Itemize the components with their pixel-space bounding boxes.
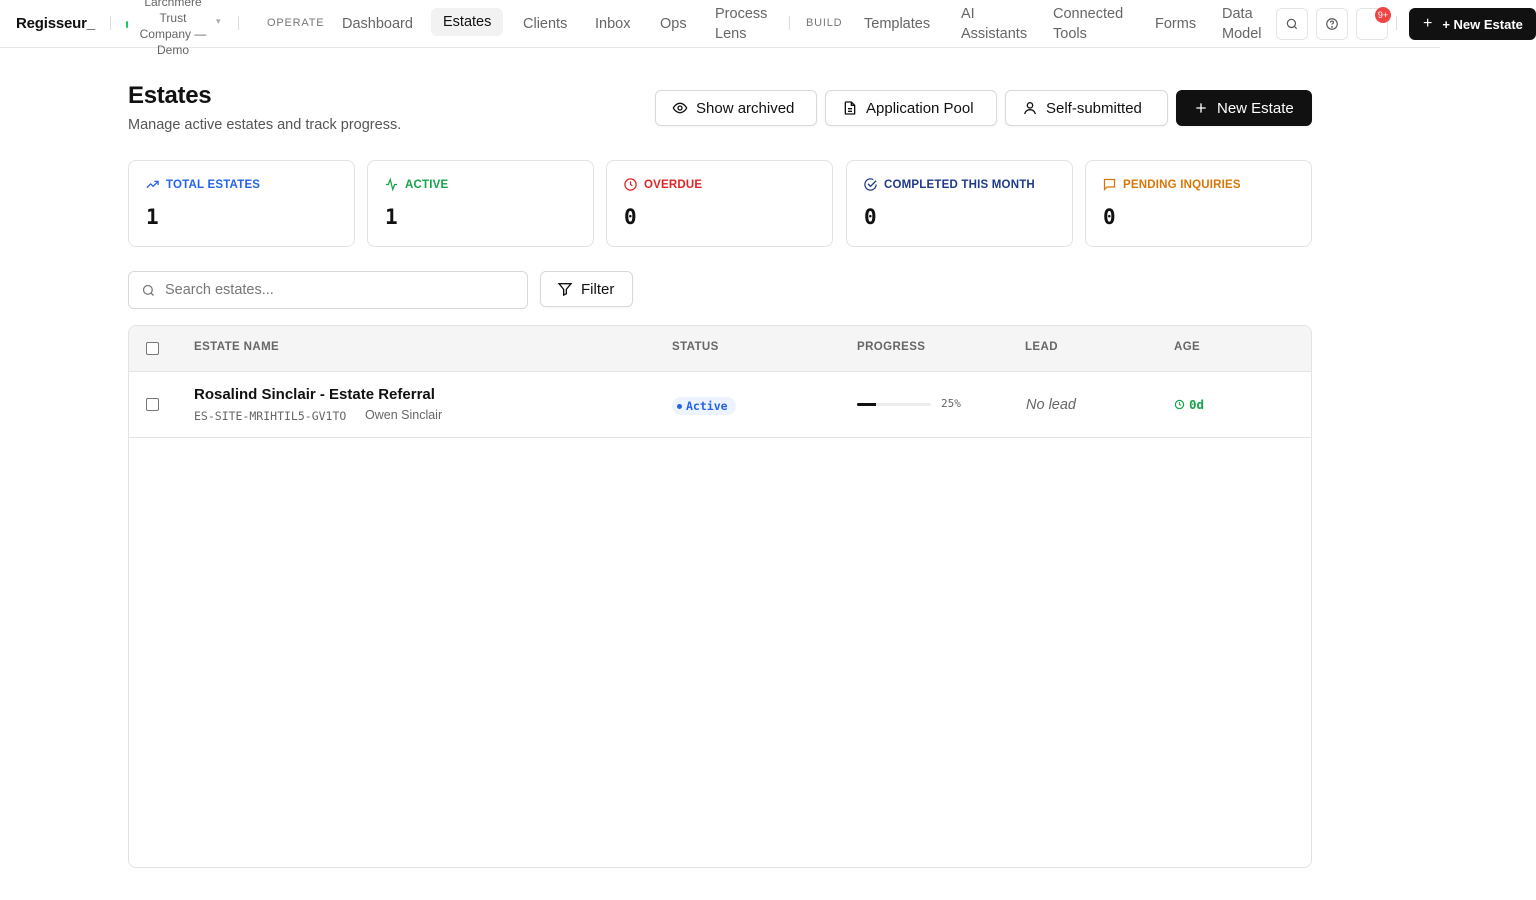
table-row[interactable]: Rosalind Sinclair - Estate Referral ES-S… xyxy=(129,372,1311,438)
nav-section-operate: OPERATE xyxy=(267,17,325,29)
nav-item-ops[interactable]: Ops xyxy=(660,14,687,34)
status-badge: Active xyxy=(672,397,736,415)
filter-label: Filter xyxy=(581,280,615,298)
notification-badge: 9+ xyxy=(1375,7,1391,23)
brand-logo[interactable]: Regisseur_ xyxy=(16,15,95,32)
stat-label: COMPLETED THIS MONTH xyxy=(884,178,1035,191)
stat-label: ACTIVE xyxy=(405,178,449,191)
help-button[interactable] xyxy=(1316,8,1348,40)
search-input[interactable] xyxy=(165,272,515,308)
age-label: 0d xyxy=(1189,397,1205,412)
top-nav: Regisseur_ Larchmere Trust Company — Dem… xyxy=(0,0,1440,54)
stat-value: 0 xyxy=(864,205,877,229)
self-submitted-button[interactable]: Self-submitted xyxy=(1005,90,1168,126)
new-estate-button[interactable]: New Estate xyxy=(1176,90,1312,126)
stat-card-active: ACTIVE 1 xyxy=(367,160,594,247)
filter-icon xyxy=(557,283,573,297)
lead-value: No lead xyxy=(1026,397,1076,413)
nav-item-data-model[interactable]: Data Model xyxy=(1222,4,1270,44)
eye-icon xyxy=(672,102,688,114)
show-archived-label: Show archived xyxy=(696,99,795,117)
stat-label: OVERDUE xyxy=(644,178,703,191)
progress-bar xyxy=(857,403,931,406)
progress-bar-fill xyxy=(857,403,876,406)
org-status-dot xyxy=(126,21,128,28)
nav-item-clients[interactable]: Clients xyxy=(523,14,567,34)
divider xyxy=(238,16,239,30)
org-name: Larchmere Trust Company — Demo xyxy=(139,0,207,54)
column-header-estate-name[interactable]: ESTATE NAME xyxy=(194,341,279,353)
row-checkbox[interactable] xyxy=(146,398,159,411)
column-header-progress[interactable]: PROGRESS xyxy=(857,341,925,353)
nav-item-connected-tools[interactable]: Connected Tools xyxy=(1053,4,1133,44)
filter-button[interactable]: Filter xyxy=(540,271,633,307)
stat-label: TOTAL ESTATES xyxy=(166,178,261,191)
search-box xyxy=(128,271,528,309)
progress-label: 25% xyxy=(941,397,961,410)
nav-item-forms[interactable]: Forms xyxy=(1155,14,1196,34)
divider xyxy=(1396,16,1397,30)
message-icon xyxy=(1103,178,1116,192)
status-label: Active xyxy=(686,399,728,413)
activity-icon xyxy=(385,177,398,192)
nav-item-ai-assistants[interactable]: AI Assistants xyxy=(961,4,1033,44)
search-icon xyxy=(1286,18,1298,30)
page-title: Estates xyxy=(128,82,212,109)
stat-value: 1 xyxy=(146,205,159,229)
show-archived-button[interactable]: Show archived xyxy=(655,90,817,126)
table-header: ESTATE NAME STATUS PROGRESS LEAD AGE xyxy=(129,326,1311,372)
estates-table: ESTATE NAME STATUS PROGRESS LEAD AGE Ros… xyxy=(128,325,1312,868)
stat-value: 0 xyxy=(624,205,637,229)
divider xyxy=(110,16,111,30)
trending-up-icon xyxy=(146,180,159,189)
check-circle-icon xyxy=(864,178,877,191)
nav-section-build: BUILD xyxy=(806,17,843,29)
column-header-status[interactable]: STATUS xyxy=(672,341,719,353)
top-new-estate-button[interactable]: + + New Estate xyxy=(1409,8,1536,40)
application-pool-button[interactable]: Application Pool xyxy=(825,90,997,126)
help-icon xyxy=(1326,18,1338,30)
search-button[interactable] xyxy=(1276,8,1308,40)
self-submitted-label: Self-submitted xyxy=(1046,99,1142,117)
stat-card-total-estates: TOTAL ESTATES 1 xyxy=(128,160,355,247)
user-icon xyxy=(1024,102,1036,115)
stat-value: 1 xyxy=(385,205,398,229)
nav-item-inbox[interactable]: Inbox xyxy=(595,14,630,34)
clock-icon xyxy=(624,178,637,191)
stat-card-pending-inquiries: PENDING INQUIRIES 0 xyxy=(1085,160,1312,247)
stat-label: PENDING INQUIRIES xyxy=(1123,178,1241,191)
application-pool-label: Application Pool xyxy=(866,99,974,117)
search-icon xyxy=(142,284,154,296)
estate-client: Owen Sinclair xyxy=(365,408,443,422)
stat-card-completed-this-month: COMPLETED THIS MONTH 0 xyxy=(846,160,1073,247)
nav-item-process-lens[interactable]: Process Lens xyxy=(715,4,779,44)
estate-id: ES-SITE-MRIHTIL5-GV1TO xyxy=(194,409,347,423)
divider xyxy=(789,16,790,30)
column-header-lead[interactable]: LEAD xyxy=(1025,341,1058,353)
column-header-age[interactable]: AGE xyxy=(1174,341,1200,353)
document-icon xyxy=(844,101,856,115)
page-subtitle: Manage active estates and track progress… xyxy=(128,117,402,133)
nav-item-estates[interactable]: Estates xyxy=(431,8,504,36)
nav-item-dashboard[interactable]: Dashboard xyxy=(342,14,413,34)
select-all-checkbox[interactable] xyxy=(146,342,159,355)
top-new-estate-label: + New Estate xyxy=(1442,16,1523,32)
new-estate-label: New Estate xyxy=(1217,99,1294,117)
stat-card-overdue: OVERDUE 0 xyxy=(606,160,833,247)
org-switcher[interactable]: Larchmere Trust Company — Demo ▾ xyxy=(126,0,222,54)
clock-icon xyxy=(1174,399,1185,410)
nav-item-templates[interactable]: Templates xyxy=(864,14,930,34)
age-value: 0d xyxy=(1174,397,1204,412)
estate-name[interactable]: Rosalind Sinclair - Estate Referral xyxy=(194,386,435,403)
plus-icon: + xyxy=(1423,15,1433,32)
plus-icon xyxy=(1196,103,1206,113)
notifications-button[interactable]: 9+ xyxy=(1356,7,1391,40)
stat-value: 0 xyxy=(1103,205,1116,229)
chevron-down-icon: ▾ xyxy=(216,16,221,26)
